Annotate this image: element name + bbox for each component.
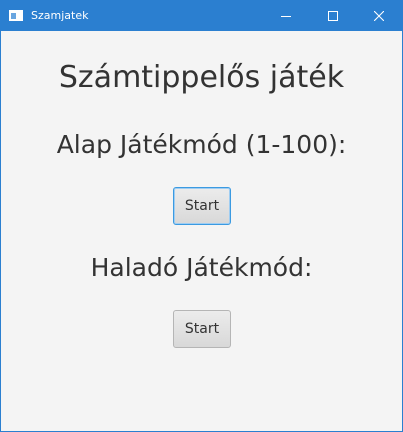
page-title: Számtippelős játék — [58, 60, 345, 95]
advanced-mode-start-button[interactable]: Start — [173, 310, 231, 348]
app-icon — [9, 10, 23, 21]
app-window: Szamjatek Számtippelős játék Alap Játékm… — [0, 0, 403, 432]
maximize-icon — [328, 11, 338, 21]
minimize-button[interactable] — [263, 1, 309, 31]
close-icon — [374, 11, 384, 21]
basic-mode-start-button[interactable]: Start — [173, 187, 231, 225]
minimize-icon — [281, 16, 291, 17]
title-bar[interactable]: Szamjatek — [1, 1, 402, 31]
close-button[interactable] — [356, 1, 402, 31]
window-title: Szamjatek — [31, 9, 89, 22]
advanced-mode-label: Haladó Játékmód: — [90, 253, 313, 282]
main-content: Számtippelős játék Alap Játékmód (1-100)… — [1, 31, 402, 431]
maximize-button[interactable] — [310, 1, 356, 31]
basic-mode-label: Alap Játékmód (1-100): — [56, 130, 347, 159]
